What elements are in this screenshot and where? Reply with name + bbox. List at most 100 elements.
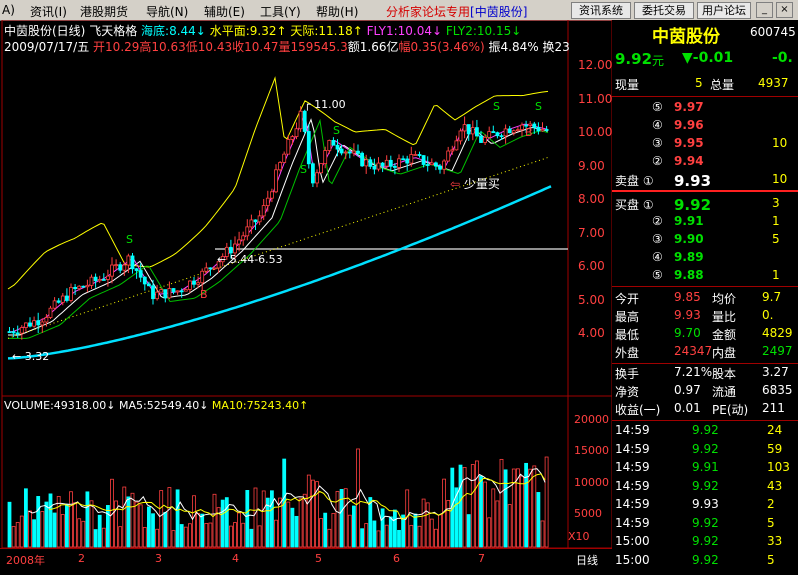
volume-bar (446, 499, 451, 548)
stat-label: 金额 (712, 328, 737, 342)
volume-bar (167, 487, 172, 548)
fund-row: 收益(一) 0.01 PE(动) 211 (612, 401, 798, 419)
candle-body (257, 215, 262, 223)
bar-low: 低10.43 (185, 40, 233, 54)
volume-bar (483, 481, 488, 548)
stat-label: 量比 (712, 310, 737, 324)
candle-body (245, 226, 250, 237)
volume-bar (101, 527, 106, 548)
volume-bar (93, 529, 98, 548)
quote-stock-name: 中茵股份 (652, 27, 720, 47)
menu-item-a[interactable]: A) (2, 3, 15, 17)
candle-body (126, 255, 131, 266)
trade-button[interactable]: 委托交易 (634, 2, 694, 19)
buy-price: 9.91 (674, 214, 704, 228)
b-mark: B (200, 288, 208, 301)
volume-bar (409, 524, 414, 548)
volume-bar (269, 490, 274, 548)
volume-multiplier: X10 (568, 530, 590, 543)
candle-body (146, 283, 151, 287)
fly1-value: FLY1:10.04↓ (366, 24, 443, 38)
minimize-icon[interactable]: _ (756, 2, 773, 18)
buy-volume: 1 (772, 214, 780, 228)
menu-item-hk[interactable]: 港股期货 (80, 3, 128, 20)
volume-bar (163, 512, 168, 548)
fly2-value: FLY2:10.15↓ (445, 24, 522, 38)
menu-item-help[interactable]: 帮助(H) (316, 3, 358, 20)
volume-bar (56, 496, 61, 548)
bar-volume: 量159545.3 (278, 40, 348, 54)
zongliang-value: 4937 (758, 76, 789, 90)
stat-row: 最低 9.70 金额 4829 (612, 326, 798, 344)
candle-body (327, 140, 332, 151)
volume-bar (331, 513, 336, 548)
candle-body (11, 331, 16, 334)
candle-body (446, 150, 451, 162)
stat-label: 外盘 (615, 346, 640, 360)
volume-bar (364, 523, 369, 548)
ma-slow-line (7, 185, 552, 360)
chart-area[interactable]: 中茵股份(日线) 飞天格格 海底:8.44↓ 水平面:9.32↑ 天际:11.1… (0, 20, 612, 568)
close-icon[interactable]: × (776, 2, 793, 18)
haidi-value: 海底:8.44↓ (141, 24, 206, 38)
tick-row: 14:59 9.91 103 (612, 460, 798, 478)
chart-header-line2: 2009/07/17/五 开10.29高10.63低10.43收10.47量15… (4, 38, 570, 55)
volume-bar (187, 523, 192, 548)
candle-body (200, 270, 205, 284)
tick-time: 14:59 (615, 460, 650, 474)
candle-body (319, 163, 324, 174)
s-mark: S (126, 233, 133, 246)
forum-button[interactable]: 用户论坛 (697, 2, 751, 19)
volume-bar (208, 522, 213, 548)
candle-body (77, 285, 82, 290)
menu-item-info[interactable]: 资讯(I) (30, 3, 67, 20)
bar-amplitude: 振4.84% (488, 40, 539, 54)
volume-bar (470, 464, 475, 548)
buy-level-row: ③ 9.90 5 (612, 232, 798, 250)
volume-bar (347, 514, 352, 548)
candle-body (151, 285, 155, 300)
volume-bar (438, 514, 442, 548)
stat-label: 最高 (615, 310, 640, 324)
stat-label: 今开 (615, 292, 640, 306)
candle-body (376, 162, 381, 170)
price-change: ▼-0.01 (682, 50, 734, 66)
volume-bar (495, 500, 500, 548)
volume-bar (503, 469, 508, 548)
volume-bar (306, 474, 311, 548)
candle-body (134, 268, 139, 271)
menu-item-aux[interactable]: 辅助(E) (204, 3, 245, 20)
tick-time: 14:59 (615, 441, 650, 456)
candle-body (118, 264, 123, 271)
menu-item-nav[interactable]: 导航(N) (146, 3, 188, 20)
volume-bar (241, 522, 246, 548)
shuiping-value: 水平面:9.32↑ (209, 24, 287, 38)
candle-body (167, 288, 172, 299)
volume-bar (487, 517, 492, 548)
sell-level-row: 卖盘 ① 9.93 10 (612, 172, 798, 190)
volume-bar (48, 493, 53, 548)
volume-bar (507, 504, 512, 548)
candle-body (56, 300, 61, 303)
volume-bar (175, 489, 180, 548)
candle-body (343, 151, 348, 154)
date-tick: 2 (78, 552, 85, 565)
date-tick: 5 (315, 552, 322, 565)
price-change-pct: -0. (772, 50, 793, 66)
candle-body (425, 164, 430, 166)
candle-body (97, 279, 102, 282)
menu-bar: A) 资讯(I) 港股期货 导航(N) 辅助(E) 工具(Y) 帮助(H) 分析… (0, 0, 798, 21)
buy-price: 9.90 (674, 232, 704, 246)
stat-value: 0. (762, 308, 774, 322)
period-label[interactable]: 日线 (576, 552, 598, 568)
volume-bar (32, 519, 36, 548)
volume-bar (245, 490, 250, 548)
stat-row: 外盘 24347 内盘 2497 (612, 344, 798, 362)
volume-bar (524, 462, 528, 548)
menu-item-tools[interactable]: 工具(Y) (260, 3, 301, 20)
ma-white-line (8, 118, 549, 336)
tick-row: 14:59 9.93 2 (612, 497, 798, 515)
news-system-button[interactable]: 资讯系统 (571, 2, 631, 19)
candle-body (40, 321, 45, 326)
candle-body (73, 286, 77, 290)
